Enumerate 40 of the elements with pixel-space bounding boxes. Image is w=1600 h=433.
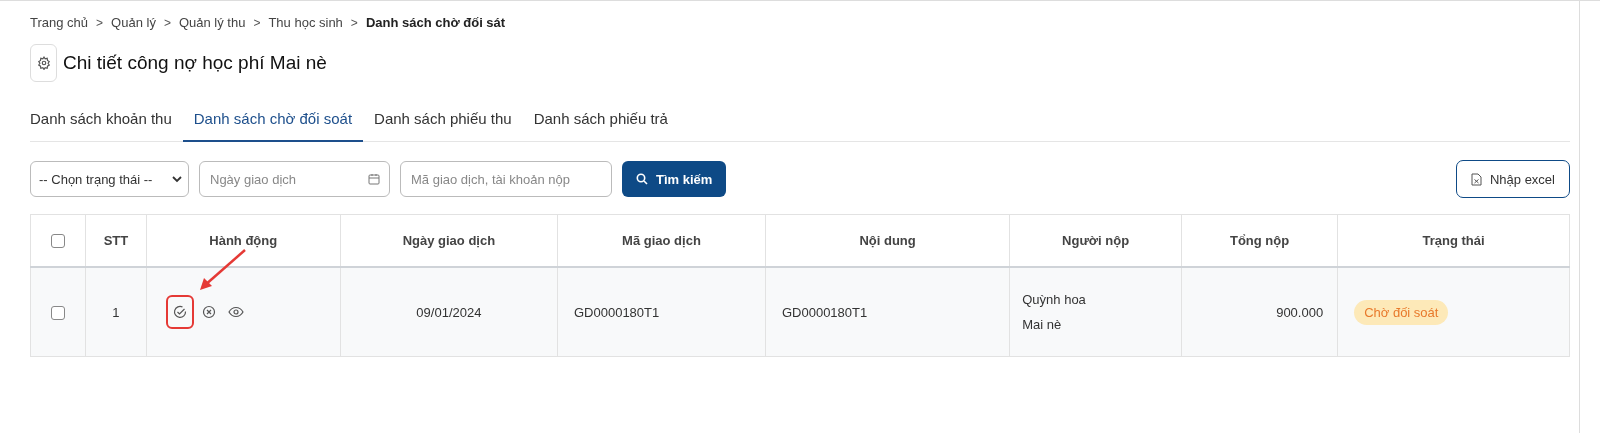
tab[interactable]: Danh sách phiếu trả: [522, 104, 679, 142]
excel-file-icon: [1470, 172, 1482, 186]
breadcrumb-link[interactable]: Quản lý thu: [178, 15, 246, 30]
eye-icon: [227, 306, 244, 318]
breadcrumb-link[interactable]: Thu học sinh: [268, 15, 343, 30]
tab[interactable]: Danh sách phiếu thu: [363, 104, 523, 142]
table-cell: 1: [85, 267, 147, 357]
breadcrumb-separator: >: [163, 15, 171, 30]
select-all-checkbox[interactable]: [51, 234, 66, 249]
search-field[interactable]: Mã giao dịch, tài khoản nộp: [400, 161, 612, 197]
breadcrumb-link[interactable]: Quản lý: [111, 15, 156, 30]
tab[interactable]: Danh sách chờ đối soát: [182, 104, 364, 142]
breadcrumb-current: Danh sách chờ đối sát: [365, 15, 506, 30]
approve-button[interactable]: [167, 297, 192, 327]
table-cell: 900.000: [1181, 267, 1338, 357]
check-circle-icon: [172, 305, 187, 319]
payer-name: Mai nè: [1022, 317, 1063, 332]
settings-button[interactable]: [30, 44, 57, 82]
x-circle-icon: [201, 305, 216, 319]
payer-name: Quỳnh hoa: [1022, 292, 1087, 307]
row-checkbox[interactable]: [51, 305, 66, 320]
chevron-down-icon: [172, 174, 182, 184]
status-badge: Chờ đối soát: [1354, 299, 1449, 325]
search-button[interactable]: Tìm kiếm: [622, 161, 727, 197]
table-cell: 09/01/2024: [340, 267, 558, 357]
annotation-arrow: [198, 248, 248, 293]
search-icon: [636, 173, 648, 185]
date-field[interactable]: Ngày giao dịch: [199, 161, 390, 197]
calendar-icon: [368, 173, 380, 185]
page-title: Chi tiết công nợ học phí Mai nè: [63, 52, 327, 74]
tab[interactable]: Danh sách khoản thu: [30, 104, 183, 142]
import-excel-button[interactable]: Nhập excel: [1455, 160, 1570, 198]
breadcrumb-separator: >: [350, 15, 358, 30]
settings-icon: [36, 56, 51, 70]
table-cell: GD0000180T1: [557, 267, 766, 357]
status-select[interactable]: -- Chọn trạng thái --: [30, 161, 189, 197]
breadcrumb-link[interactable]: Trang chủ: [30, 15, 89, 30]
breadcrumb-separator: >: [96, 15, 104, 30]
breadcrumb-separator: >: [253, 15, 261, 30]
table-cell: GD0000180T1: [765, 267, 1010, 357]
